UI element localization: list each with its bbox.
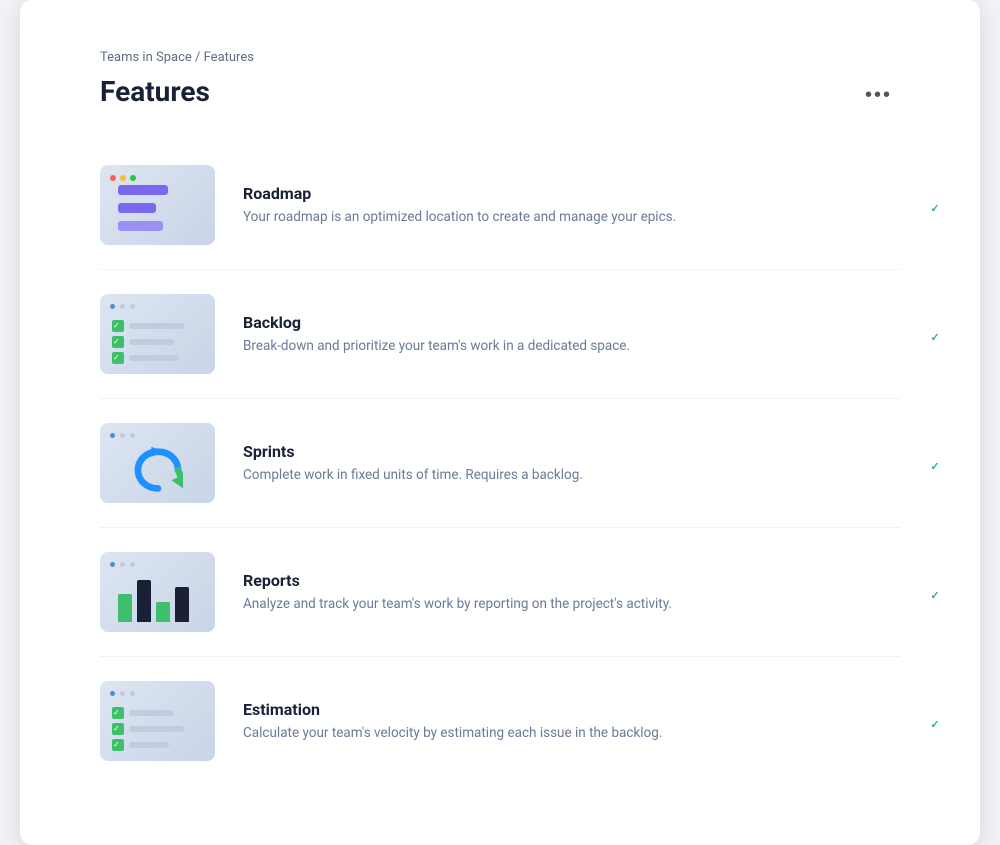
chart-bars xyxy=(118,580,189,622)
feature-content-roadmap: Roadmap Your roadmap is an optimized loc… xyxy=(243,184,876,227)
feature-thumbnail-estimation xyxy=(100,681,215,761)
roadmap-bar-3 xyxy=(118,221,163,231)
more-options-button[interactable]: ••• xyxy=(857,81,900,109)
toggle-thumb-reports: ✓ xyxy=(925,586,945,606)
breadcrumb-parent[interactable]: Teams in Space xyxy=(100,50,192,65)
est-line-3 xyxy=(129,742,169,748)
chart-bar-3 xyxy=(156,602,170,622)
toggle-check-sprints: ✓ xyxy=(930,460,939,473)
feature-thumbnail-reports xyxy=(100,552,215,632)
window-dot-e2 xyxy=(120,691,125,696)
feature-content-sprints: Sprints Complete work in fixed units of … xyxy=(243,442,876,485)
chart-bar-2 xyxy=(137,580,151,622)
backlog-row-2 xyxy=(112,336,174,348)
page-title: Features xyxy=(100,75,210,108)
window-dot-r1 xyxy=(110,562,115,567)
window-dot-3 xyxy=(130,304,135,309)
est-line-2 xyxy=(129,726,184,732)
feature-name-reports: Reports xyxy=(243,571,876,590)
backlog-line-2 xyxy=(129,339,174,345)
window-dot-1 xyxy=(110,304,115,309)
backlog-check-1 xyxy=(112,320,124,332)
feature-desc-backlog: Break-down and prioritize your team's wo… xyxy=(243,337,876,356)
feature-thumbnail-roadmap xyxy=(100,165,215,245)
feature-desc-estimation: Calculate your team's velocity by estima… xyxy=(243,724,876,743)
toggle-check-backlog: ✓ xyxy=(930,331,939,344)
window-dot-yellow xyxy=(120,175,126,181)
breadcrumb-separator: / xyxy=(195,50,200,65)
roadmap-bar-1 xyxy=(118,185,168,195)
est-check-2 xyxy=(112,723,124,735)
backlog-check-3 xyxy=(112,352,124,364)
main-window: Teams in Space / Features Features ••• R… xyxy=(20,0,980,845)
window-dot-2 xyxy=(120,304,125,309)
backlog-row-1 xyxy=(112,320,184,332)
toggle-thumb-backlog: ✓ xyxy=(925,328,945,348)
window-dot-s2 xyxy=(120,433,125,438)
feature-thumbnail-sprints xyxy=(100,423,215,503)
feature-name-backlog: Backlog xyxy=(243,313,876,332)
roadmap-bar-2 xyxy=(118,203,156,213)
window-dot-green xyxy=(130,175,136,181)
backlog-check-2 xyxy=(112,336,124,348)
window-dot-e1 xyxy=(110,691,115,696)
toggle-thumb-sprints: ✓ xyxy=(925,457,945,477)
feature-desc-sprints: Complete work in fixed units of time. Re… xyxy=(243,466,876,485)
window-dot-s3 xyxy=(130,433,135,438)
feature-item-roadmap: Roadmap Your roadmap is an optimized loc… xyxy=(100,141,900,270)
feature-content-estimation: Estimation Calculate your team's velocit… xyxy=(243,700,876,743)
toggle-check-reports: ✓ xyxy=(930,589,939,602)
feature-thumbnail-backlog xyxy=(100,294,215,374)
chart-bar-1 xyxy=(118,594,132,622)
breadcrumb: Teams in Space / Features xyxy=(100,50,900,65)
feature-content-reports: Reports Analyze and track your team's wo… xyxy=(243,571,876,614)
page-header: Features ••• xyxy=(100,75,900,109)
feature-name-estimation: Estimation xyxy=(243,700,876,719)
feature-item-backlog: Backlog Break-down and prioritize your t… xyxy=(100,270,900,399)
window-dot-r3 xyxy=(130,562,135,567)
feature-content-backlog: Backlog Break-down and prioritize your t… xyxy=(243,313,876,356)
backlog-line-3 xyxy=(129,355,179,361)
backlog-line-1 xyxy=(129,323,184,329)
feature-name-roadmap: Roadmap xyxy=(243,184,876,203)
feature-list: Roadmap Your roadmap is an optimized loc… xyxy=(100,141,900,785)
toggle-check-estimation: ✓ xyxy=(930,718,939,731)
window-dot-red xyxy=(110,175,116,181)
est-check-1 xyxy=(112,707,124,719)
feature-item-reports: Reports Analyze and track your team's wo… xyxy=(100,528,900,657)
feature-item-sprints: Sprints Complete work in fixed units of … xyxy=(100,399,900,528)
est-check-3 xyxy=(112,739,124,751)
breadcrumb-current: Features xyxy=(204,50,254,65)
estimation-row-1 xyxy=(112,707,174,719)
toggle-thumb-roadmap: ✓ xyxy=(925,199,945,219)
sprint-icon-svg xyxy=(133,443,183,493)
est-line-1 xyxy=(129,710,174,716)
toggle-thumb-estimation: ✓ xyxy=(925,715,945,735)
feature-name-sprints: Sprints xyxy=(243,442,876,461)
window-dot-r2 xyxy=(120,562,125,567)
window-dot-e3 xyxy=(130,691,135,696)
window-dot-s1 xyxy=(110,433,115,438)
feature-desc-roadmap: Your roadmap is an optimized location to… xyxy=(243,208,876,227)
estimation-row-2 xyxy=(112,723,184,735)
feature-item-estimation: Estimation Calculate your team's velocit… xyxy=(100,657,900,785)
feature-desc-reports: Analyze and track your team's work by re… xyxy=(243,595,876,614)
estimation-row-3 xyxy=(112,739,169,751)
toggle-check-roadmap: ✓ xyxy=(930,202,939,215)
chart-bar-4 xyxy=(175,587,189,622)
backlog-row-3 xyxy=(112,352,179,364)
